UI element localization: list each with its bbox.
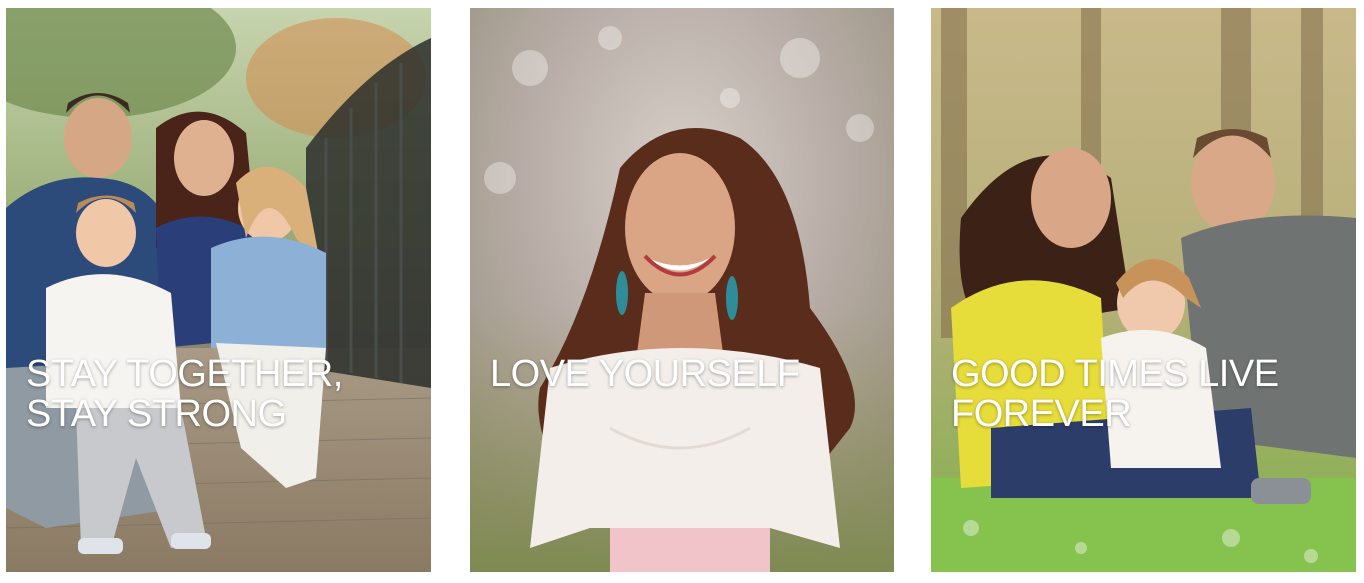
tile-caption: STAY TOGETHER, STAY STRONG (26, 354, 343, 434)
gallery-tile-good-times[interactable]: GOOD TIMES LIVE FOREVER (931, 8, 1356, 572)
caption-line: FOREVER (951, 393, 1132, 435)
caption-line: GOOD TIMES LIVE (951, 353, 1279, 395)
gallery-tile-love-yourself[interactable]: LOVE YOURSELF (470, 8, 894, 572)
family-bridge-image (6, 8, 431, 572)
tile-caption: GOOD TIMES LIVE FOREVER (951, 354, 1279, 434)
woman-portrait-image (470, 8, 894, 572)
tile-caption: LOVE YOURSELF (490, 354, 800, 394)
caption-line: LOVE YOURSELF (490, 353, 800, 395)
gallery-tile-stay-together[interactable]: STAY TOGETHER, STAY STRONG (6, 8, 431, 572)
caption-line: STAY TOGETHER, (26, 353, 343, 395)
photo-gallery: STAY TOGETHER, STAY STRONG LOVE YOURSELF… (0, 0, 1364, 583)
caption-line: STAY STRONG (26, 393, 287, 435)
family-grass-image (931, 8, 1356, 572)
